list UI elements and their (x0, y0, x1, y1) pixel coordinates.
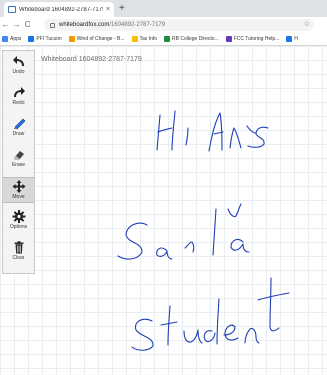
bookmark-item[interactable]: H (286, 36, 298, 42)
bookmark-item[interactable]: RB College Directo... (164, 36, 219, 42)
undo-icon (12, 55, 26, 68)
bookmark-label: PFI Tucson (36, 36, 62, 42)
bookmark-label: Apps (10, 36, 22, 42)
ink-stroke (131, 318, 154, 351)
ink-stroke (244, 327, 260, 344)
ink-stroke (160, 321, 178, 326)
bookmark-label: RB College Directo... (172, 36, 219, 42)
browser-tab[interactable]: Whiteboard 1604892-2787-7179 × (4, 2, 114, 17)
bookmark-favicon-icon (28, 36, 35, 42)
ink-stroke (212, 208, 217, 256)
tool-erase-button[interactable]: Erase (3, 146, 34, 172)
tool-options-button[interactable]: Options (3, 208, 34, 234)
bookmark-item[interactable]: Apps (2, 36, 21, 42)
whiteboard-favicon-icon (8, 6, 16, 13)
bookmark-favicon-icon (225, 36, 232, 42)
bookmark-label: H (294, 36, 298, 42)
move-icon (12, 180, 26, 193)
bookmark-item[interactable]: FCC Tutoring Help... (225, 36, 280, 42)
ink-stroke (269, 277, 280, 332)
tool-undo-button[interactable]: Undo (3, 53, 34, 79)
bookmark-label: FCC Tutoring Help... (233, 36, 280, 42)
tool-label: Options (9, 224, 28, 230)
forward-button[interactable]: → (11, 17, 22, 33)
url-text: whiteboardfox.com/1604892-2787-7179 (59, 22, 165, 28)
lock-icon (50, 22, 55, 28)
tab-close-icon[interactable]: × (106, 6, 110, 13)
new-tab-button[interactable]: + (119, 2, 125, 15)
bookmark-star-icon[interactable]: ☆ (304, 19, 310, 31)
ink-stroke (246, 125, 256, 134)
tool-label: Undo (12, 69, 25, 75)
tool-label: Redo (12, 100, 25, 106)
browser-tab-bar: Whiteboard 1604892-2787-7179 × + (0, 0, 327, 17)
bookmark-item[interactable]: Wind of Change - B... (68, 36, 125, 42)
browser-address-bar: ← → C whiteboardfox.com/1604892-2787-717… (0, 17, 327, 33)
tool-redo-button[interactable]: Redo (3, 84, 34, 110)
ink-stroke (156, 114, 161, 151)
ink-stroke (223, 324, 239, 341)
eraser-icon (12, 148, 26, 161)
whiteboard-canvas[interactable]: Undo Redo Draw Erase Move Options Clear Whiteb… (0, 46, 327, 375)
ink-stroke (156, 247, 173, 260)
url-path: /1604892-2787-7179 (109, 22, 166, 28)
tool-palette: Undo Redo Draw Erase Move Options Clear (2, 50, 35, 274)
ink-stroke (203, 330, 216, 343)
bookmark-item[interactable]: PFI Tucson (28, 36, 62, 42)
whiteboard-title: Whiteboard 1604892-2787-7179 (41, 56, 142, 63)
bookmark-favicon-icon (68, 36, 75, 42)
bookmark-favicon-icon (164, 36, 171, 42)
tool-label: Clear (12, 255, 25, 261)
tool-move-button[interactable]: Move (3, 177, 34, 203)
tool-label: Draw (12, 131, 25, 137)
ink-stroke (171, 110, 176, 151)
url-input[interactable]: whiteboardfox.com/1604892-2787-7179 ☆ (44, 19, 314, 31)
tool-draw-button[interactable]: Draw (3, 115, 34, 141)
tab-title: Whiteboard 1604892-2787-7179 (19, 6, 103, 13)
ink-stroke (167, 305, 171, 346)
tool-clear-button[interactable]: Clear (3, 239, 34, 265)
handwriting-ink (117, 110, 290, 351)
bookmark-favicon-icon (286, 36, 293, 42)
pen-icon (12, 117, 26, 130)
ink-stroke (184, 241, 195, 253)
ink-stroke (247, 126, 269, 148)
tool-label: Move (12, 194, 25, 200)
ink-stroke (229, 127, 242, 149)
ink-stroke (183, 329, 203, 344)
ink-stroke (185, 127, 189, 146)
bookmark-favicon-icon (131, 36, 138, 42)
ink-stroke (257, 292, 290, 301)
tool-label: Erase (11, 162, 26, 168)
ink-stroke (216, 298, 220, 345)
trash-icon (12, 241, 26, 254)
reload-button[interactable]: C (22, 17, 33, 33)
bookmark-favicon-icon (2, 36, 8, 42)
bookmarks-bar: Apps PFI Tucson Wind of Change - B... Tax I… (0, 33, 327, 46)
ink-stroke (213, 131, 224, 135)
back-button[interactable]: ← (0, 17, 11, 33)
redo-icon (12, 86, 26, 99)
bookmark-label: Wind of Change - B... (76, 36, 125, 42)
ink-stroke (157, 127, 173, 133)
url-host: whiteboardfox.com (59, 22, 110, 28)
ink-stroke (227, 203, 242, 218)
ink-stroke (208, 112, 223, 152)
bookmark-item[interactable]: Tax Info (131, 36, 158, 42)
ink-stroke (230, 238, 250, 253)
ink-stroke (117, 222, 148, 260)
gear-icon (12, 210, 26, 223)
bookmark-label: Tax Info (139, 36, 158, 42)
